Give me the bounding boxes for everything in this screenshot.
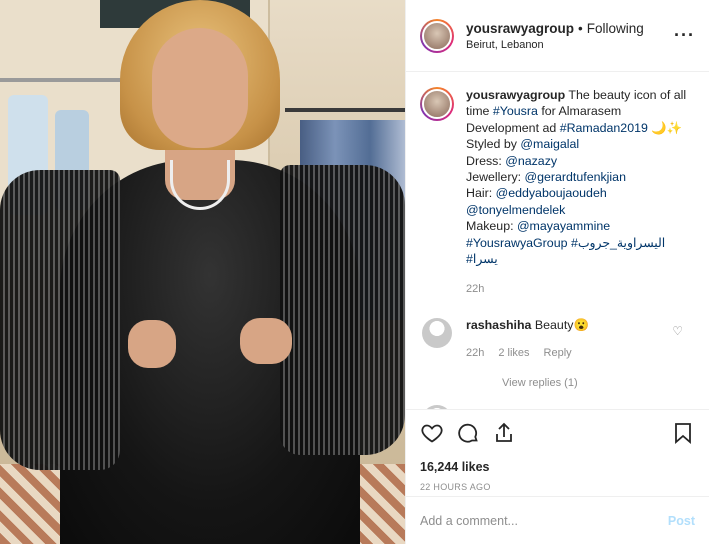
- caption-avatar[interactable]: [420, 87, 454, 121]
- hand-right: [240, 318, 292, 364]
- face: [152, 28, 248, 148]
- caption-segment: Jewellery:: [466, 170, 525, 185]
- reply-button[interactable]: Reply: [544, 347, 572, 359]
- post-side-panel: yousrawyagroup • Following Beirut, Lebanon…: [405, 0, 709, 544]
- header-username[interactable]: yousrawyagroup: [466, 21, 574, 36]
- view-replies-button[interactable]: View replies (1): [502, 377, 695, 389]
- location-link[interactable]: Beirut, Lebanon: [466, 39, 674, 51]
- caption-text: yousrawyagroup The beauty icon of all ti…: [466, 87, 695, 298]
- mention-link[interactable]: @nazazy: [505, 154, 557, 168]
- caption-segment: Hair:: [466, 186, 496, 201]
- caption: yousrawyagroup The beauty icon of all ti…: [420, 87, 695, 298]
- comment-likes-link[interactable]: 2 likes: [498, 347, 529, 359]
- fringe-sleeve-left: [0, 170, 120, 470]
- mention-link[interactable]: @gerardtufenkjian: [525, 170, 626, 184]
- hashtag-link[interactable]: #اليسراوية_جروب: [571, 236, 665, 250]
- more-options-icon[interactable]: ···: [674, 25, 695, 46]
- mention-link[interactable]: @mayayammine: [517, 219, 610, 233]
- comment-item: rashashiha Beauty😮 22h 2 likes Reply ♡: [420, 317, 695, 359]
- post-photo[interactable]: [0, 0, 405, 544]
- profile-avatar[interactable]: [420, 18, 454, 53]
- hashtag-link[interactable]: #Yousra: [493, 104, 538, 118]
- comments-section[interactable]: yousrawyagroup The beauty icon of all ti…: [406, 73, 709, 409]
- comment-heart-icon[interactable]: ♡: [672, 324, 683, 338]
- commenter-avatar[interactable]: [422, 317, 452, 348]
- likes-count[interactable]: 16,244 likes: [420, 460, 695, 474]
- comment-text: Beauty😮: [534, 317, 589, 332]
- caption-segment: Styled by: [466, 137, 521, 152]
- caption-segment: Makeup:: [466, 219, 517, 234]
- post-time-ago: 22 HOURS AGO: [420, 482, 491, 492]
- caption-segment: 🌙✨: [647, 120, 683, 135]
- follow-status-button[interactable]: Following: [587, 21, 644, 36]
- share-icon[interactable]: [492, 421, 516, 445]
- bookmark-icon[interactable]: [671, 421, 695, 445]
- hashtag-link[interactable]: #Ramadan2019: [560, 121, 648, 135]
- hashtag-link[interactable]: #يسرا: [466, 252, 498, 266]
- separator-dot: •: [578, 20, 583, 36]
- comment-meta: 22h 2 likes Reply: [466, 347, 589, 359]
- action-bar: 16,244 likes 22 HOURS AGO: [406, 409, 709, 492]
- caption-username[interactable]: yousrawyagroup: [466, 88, 565, 102]
- fringe-sleeve-right: [280, 165, 405, 455]
- mention-link[interactable]: @maigalal: [520, 137, 579, 151]
- comment-input[interactable]: [420, 513, 668, 528]
- comment-icon[interactable]: [456, 421, 480, 445]
- header-text: yousrawyagroup • Following Beirut, Lebanon: [466, 21, 674, 51]
- commenter-username[interactable]: rashashiha: [466, 318, 531, 332]
- post-header: yousrawyagroup • Following Beirut, Lebanon…: [406, 0, 709, 72]
- heart-icon[interactable]: [420, 421, 444, 445]
- caption-segment: Dress:: [466, 153, 506, 168]
- mention-link[interactable]: @tonyelmendelek: [466, 203, 565, 217]
- comment-time: 22h: [466, 346, 485, 359]
- comment-body: rashashiha Beauty😮 22h 2 likes Reply: [466, 318, 589, 359]
- mention-link[interactable]: @eddyaboujaoudeh: [496, 186, 607, 200]
- hashtag-link[interactable]: #YousrawyaGroup: [466, 236, 567, 250]
- hand-left: [128, 320, 176, 368]
- action-icons: [420, 420, 695, 446]
- add-comment-bar: Post: [406, 496, 709, 544]
- post-comment-button[interactable]: Post: [668, 514, 695, 528]
- dress-rack-bar: [285, 108, 405, 112]
- caption-time: 22h: [466, 283, 485, 296]
